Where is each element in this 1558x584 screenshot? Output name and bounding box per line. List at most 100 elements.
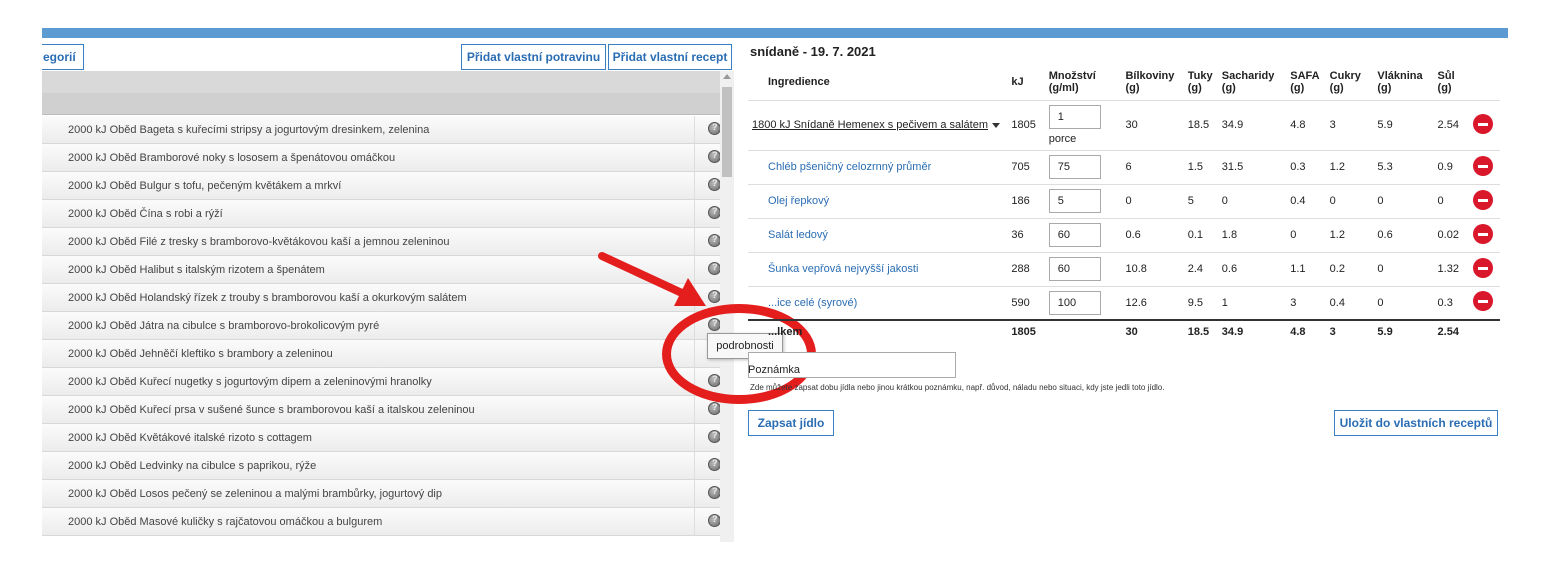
meal-detail-panel: snídaně - 19. 7. 2021 Ingredience kJ Mno… [748, 38, 1508, 542]
list-item[interactable]: 2000 kJ Oběd Čína s robi a rýží [42, 200, 734, 228]
list-item-label: 2000 kJ Oběd Játra na cibulce s bramboro… [68, 320, 380, 332]
cell-salt: 0.02 [1433, 217, 1469, 252]
cell-fiber: 0 [1373, 183, 1434, 218]
cell-fat: 9.5 [1183, 285, 1218, 320]
cell-salt: 0 [1433, 183, 1469, 218]
note-help-text: Zde můžete zapsat dobu jídla nebo jinou … [750, 383, 1165, 392]
list-item[interactable]: 2000 kJ Oběd Květákové italské rizoto s … [42, 424, 734, 452]
list-item[interactable]: 2000 kJ Oběd Bulgur s tofu, pečeným květ… [42, 172, 734, 200]
cell-kj: 1805 [1007, 99, 1045, 150]
meal-title: snídaně - 19. 7. 2021 [750, 44, 876, 59]
list-item[interactable]: 2000 kJ Oběd Jehněčí kleftiko s brambory… [42, 340, 734, 368]
cell-carbs: 1.8 [1217, 217, 1287, 252]
scroll-up-arrow-icon[interactable] [723, 74, 731, 79]
quantity-input[interactable] [1048, 223, 1101, 247]
cell-salt: 0.3 [1433, 285, 1469, 320]
remove-icon[interactable] [1472, 223, 1493, 244]
chevron-down-icon[interactable] [992, 122, 1001, 128]
list-item[interactable]: 2000 kJ Oběd Masové kuličky s rajčatovou… [42, 508, 734, 536]
cell-protein: 0 [1121, 183, 1184, 218]
main-recipe-link[interactable]: 1800 kJ Snídaně Hemenex s pečivem a salá… [752, 119, 988, 131]
list-item[interactable]: 2000 kJ Oběd Bramborové noky s lososem a… [42, 144, 734, 172]
quantity-input[interactable] [1048, 155, 1101, 179]
ingredient-link[interactable]: Salát ledový [768, 229, 828, 241]
cell-kj: 186 [1007, 183, 1045, 218]
total-salt: 2.54 [1433, 319, 1469, 342]
add-custom-food-button[interactable]: Přidat vlastní potravinu [461, 44, 606, 70]
quantity-input[interactable] [1048, 257, 1101, 281]
cell-protein: 12.6 [1121, 285, 1184, 320]
list-item[interactable]: 2000 kJ Oběd Losos pečený se zeleninou a… [42, 480, 734, 508]
cell-fiber: 0.6 [1373, 217, 1434, 252]
quantity-input[interactable] [1048, 189, 1101, 213]
cell-sugar: 0.2 [1325, 251, 1374, 286]
ingredient-link[interactable]: Chléb pšeničný celozrnný průměr [768, 161, 931, 173]
total-kj: 1805 [1007, 319, 1045, 342]
col-amount: Množství (g/ml) [1048, 69, 1096, 94]
cell-carbs: 0.6 [1217, 251, 1287, 286]
list-item[interactable]: 2000 kJ Oběd Kuřecí nugetky s jogurtovým… [42, 368, 734, 396]
cell-protein: 6 [1121, 149, 1184, 184]
scrollbar-thumb[interactable] [722, 87, 732, 177]
table-row-total: ...lkem 1805 30 18.5 34.9 4.8 3 5.9 2.54 [748, 319, 1500, 342]
cell-sugar: 3 [1325, 99, 1374, 150]
table-row: ...ice celé (syrové) 590 12.69.5130.400.3 [748, 285, 1500, 320]
list-item-label: 2000 kJ Oběd Jehněčí kleftiko s brambory… [68, 348, 333, 360]
cell-fat: 2.4 [1183, 251, 1218, 286]
cell-carbs: 34.9 [1217, 99, 1287, 150]
ingredient-link[interactable]: ...ice celé (syrové) [768, 297, 857, 309]
table-row: Chléb pšeničný celozrnný průměr 705 61.531… [748, 149, 1500, 184]
remove-icon[interactable] [1472, 189, 1493, 210]
table-row: Salát ledový360.60.11.801.20.60.02 [748, 217, 1500, 252]
col-salt: Sůl (g) [1437, 69, 1455, 94]
ingredient-link[interactable]: Šunka vepřová nejvyšší jakosti [768, 263, 918, 275]
list-item-label: 2000 kJ Oběd Bramborové noky s lososem a… [68, 152, 396, 164]
list-item-label: 2000 kJ Oběd Filé z tresky s bramborovo-… [68, 236, 450, 248]
list-header-bar [42, 71, 734, 93]
ingredient-link[interactable]: Olej řepkový [768, 195, 829, 207]
cell-fiber: 5.9 [1373, 99, 1434, 150]
cell-salt: 1.32 [1433, 251, 1469, 286]
categories-button[interactable]: egorií [42, 44, 84, 70]
list-item[interactable]: 2000 kJ Oběd Kuřecí prsa v sušené šunce … [42, 396, 734, 424]
cell-fat: 1.5 [1183, 149, 1218, 184]
cell-carbs: 0 [1217, 183, 1287, 218]
remove-icon[interactable] [1472, 291, 1493, 312]
add-custom-recipe-button[interactable]: Přidat vlastní recept [608, 44, 732, 70]
save-meal-button[interactable]: Zapsat jídlo [748, 410, 834, 436]
cell-carbs: 1 [1217, 285, 1287, 320]
cell-carbs: 31.5 [1217, 149, 1287, 184]
cell-fiber: 5.3 [1373, 149, 1434, 184]
total-protein: 30 [1121, 319, 1184, 342]
col-fat: Tuky (g) [1187, 69, 1213, 94]
list-subheader-bar [42, 93, 734, 115]
remove-icon[interactable] [1472, 155, 1493, 176]
total-fat: 18.5 [1183, 319, 1218, 342]
total-safa: 4.8 [1286, 319, 1326, 342]
total-fiber: 5.9 [1373, 319, 1434, 342]
list-item[interactable]: 2000 kJ Oběd Bageta s kuřecími stripsy a… [42, 116, 734, 144]
list-item-label: 2000 kJ Oběd Halibut s italským rizotem … [68, 264, 325, 276]
col-ingredient: Ingredience [768, 75, 830, 88]
list-item[interactable]: 2000 kJ Oběd Játra na cibulce s bramboro… [42, 312, 734, 340]
col-sugar: Cukry (g) [1329, 69, 1361, 94]
cell-protein: 30 [1121, 99, 1184, 150]
cell-sugar: 0.4 [1325, 285, 1374, 320]
total-sugar: 3 [1325, 319, 1374, 342]
cell-protein: 10.8 [1121, 251, 1184, 286]
list-item[interactable]: 2000 kJ Oběd Ledvinky na cibulce s papri… [42, 452, 734, 480]
save-to-recipes-button[interactable]: Uložit do vlastních receptů [1334, 410, 1498, 436]
unit-label: porce [1048, 133, 1077, 145]
remove-icon[interactable] [1472, 257, 1493, 278]
col-remove [1469, 64, 1500, 100]
annotation-arrow-icon [598, 252, 706, 306]
cell-safa: 1.1 [1286, 251, 1326, 286]
remove-icon[interactable] [1472, 113, 1493, 134]
quantity-input[interactable] [1048, 290, 1101, 315]
list-item-label: 2000 kJ Oběd Kuřecí prsa v sušené šunce … [68, 404, 475, 416]
cell-kj: 590 [1007, 285, 1045, 320]
total-label: ...lkem [748, 319, 1008, 342]
cell-salt: 2.54 [1433, 99, 1469, 150]
quantity-input[interactable] [1048, 105, 1101, 129]
cell-kj: 36 [1007, 217, 1045, 252]
